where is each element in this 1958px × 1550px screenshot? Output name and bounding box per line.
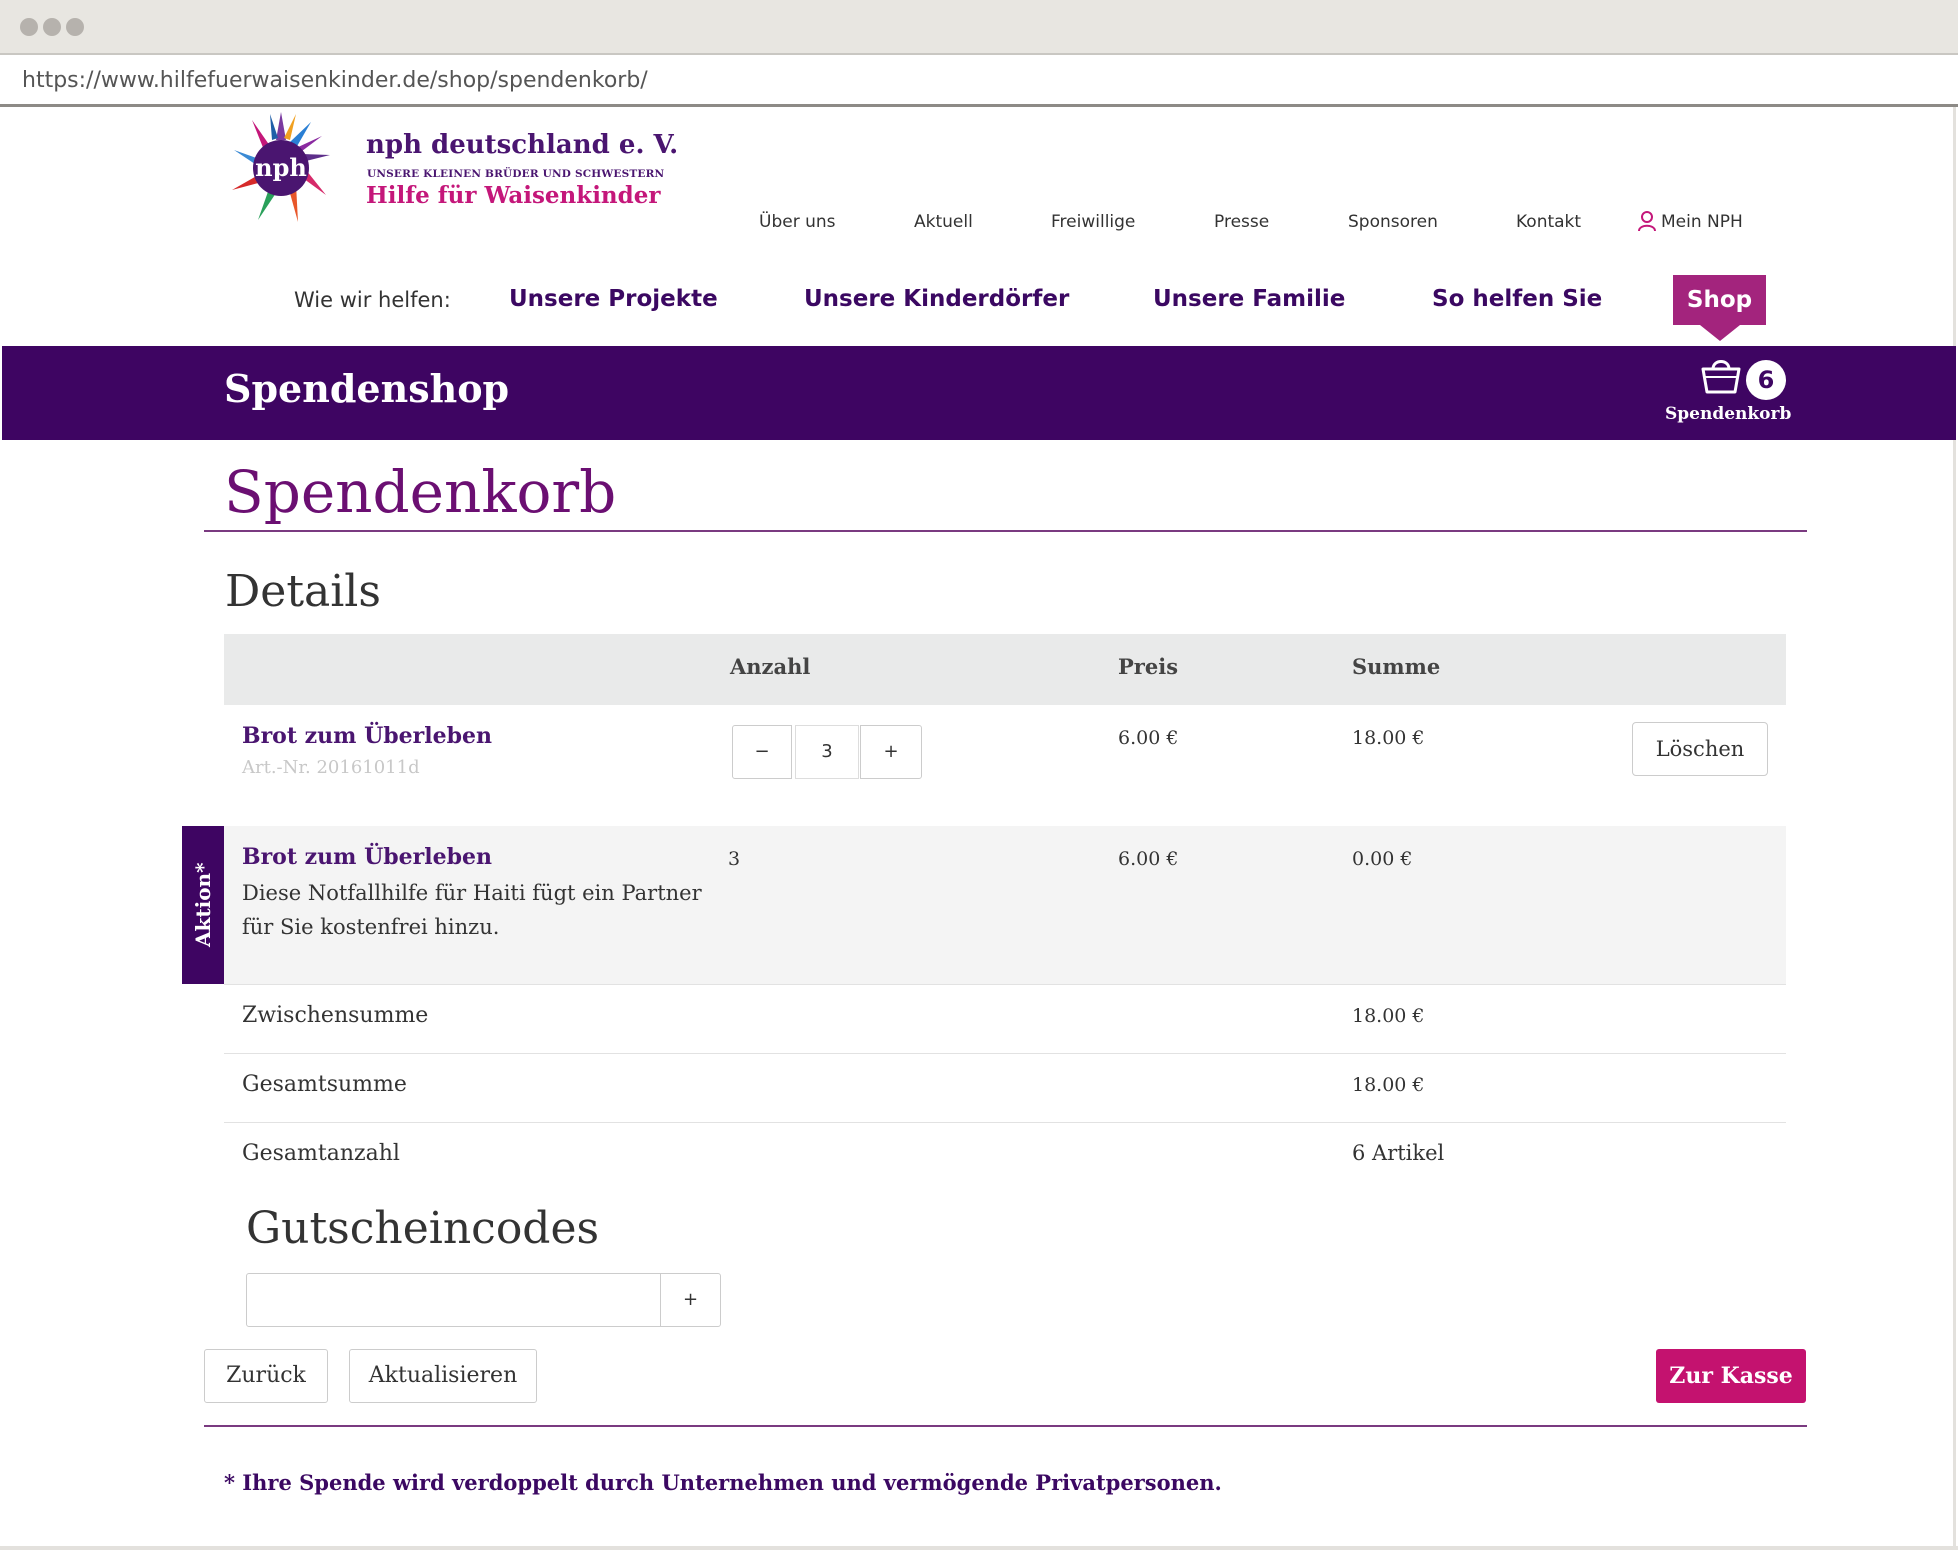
nav-kontakt[interactable]: Kontakt [1516, 212, 1581, 232]
voucher-add-button[interactable]: + [660, 1273, 721, 1327]
window-frame [0, 1546, 1958, 1550]
quantity-decrease-button[interactable]: − [732, 725, 792, 779]
maximize-window-icon[interactable] [66, 18, 84, 36]
product-name-link[interactable]: Brot zum Überleben [242, 723, 492, 749]
col-header-price: Preis [1118, 654, 1179, 679]
promo-description: Diese Notfallhilfe für Haiti fügt ein Pa… [242, 881, 702, 939]
nav-shop-active[interactable]: Shop [1673, 275, 1766, 325]
basket-icon[interactable] [1700, 355, 1742, 395]
row-divider [224, 1053, 1786, 1054]
promo-price: 6.00 € [1118, 848, 1179, 870]
user-icon[interactable] [1637, 210, 1657, 232]
product-sum: 18.00 € [1352, 727, 1425, 749]
delete-item-button[interactable]: Löschen [1632, 722, 1768, 776]
quantity-increase-button[interactable]: + [860, 725, 922, 779]
logo-title[interactable]: nph deutschland e. V. [366, 130, 678, 160]
checkout-button[interactable]: Zur Kasse [1656, 1349, 1806, 1403]
subtotal-label: Zwischensumme [242, 1003, 429, 1028]
footnote: * Ihre Spende wird verdoppelt durch Unte… [224, 1470, 1222, 1495]
nav-ueber-uns[interactable]: Über uns [759, 212, 836, 232]
main-nav-lead: Wie wir helfen: [294, 288, 451, 312]
col-header-sum: Summe [1352, 654, 1441, 679]
total-value: 18.00 € [1352, 1074, 1425, 1096]
close-window-icon[interactable] [20, 18, 38, 36]
update-button[interactable]: Aktualisieren [349, 1349, 537, 1403]
col-header-quantity: Anzahl [730, 654, 811, 679]
aktion-label: Aktion* [191, 862, 215, 948]
cart-count-badge[interactable]: 6 [1746, 360, 1786, 400]
quantity-input[interactable]: 3 [795, 725, 859, 779]
nav-so-helfen-sie[interactable]: So helfen Sie [1432, 286, 1602, 312]
details-heading: Details [225, 566, 381, 617]
minimize-window-icon[interactable] [43, 18, 61, 36]
promo-product-name[interactable]: Brot zum Überleben [242, 844, 492, 870]
nav-unsere-familie[interactable]: Unsere Familie [1153, 286, 1345, 312]
nav-presse[interactable]: Presse [1214, 212, 1269, 232]
address-url[interactable]: https://www.hilfefuerwaisenkinder.de/sho… [22, 68, 648, 93]
divider [204, 530, 1807, 532]
back-button[interactable]: Zurück [204, 1349, 328, 1403]
promo-quantity: 3 [728, 848, 741, 870]
subtotal-value: 18.00 € [1352, 1005, 1425, 1027]
total-label: Gesamtsumme [242, 1072, 407, 1097]
browser-titlebar [0, 0, 1958, 55]
nph-logo-icon[interactable]: nph [226, 110, 336, 230]
row-divider [224, 984, 1786, 985]
cart-label[interactable]: Spendenkorb [1665, 404, 1791, 424]
table-header [224, 634, 1786, 705]
nav-freiwillige[interactable]: Freiwillige [1051, 212, 1135, 232]
nav-mein-nph[interactable]: Mein NPH [1661, 212, 1743, 232]
item-count-value: 6 Artikel [1352, 1141, 1445, 1165]
product-article-number: Art.-Nr. 20161011d [242, 757, 420, 778]
active-tab-pointer [1700, 325, 1740, 341]
page-title: Spendenkorb [224, 458, 617, 526]
logo-tagline[interactable]: Hilfe für Waisenkinder [366, 182, 661, 209]
shop-title: Spendenshop [224, 366, 510, 411]
address-bar[interactable]: https://www.hilfefuerwaisenkinder.de/sho… [0, 55, 1958, 107]
item-count-label: Gesamtanzahl [242, 1141, 400, 1166]
nav-unsere-kinderdoerfer[interactable]: Unsere Kinderdörfer [804, 286, 1069, 312]
voucher-code-input[interactable] [246, 1273, 661, 1327]
nav-unsere-projekte[interactable]: Unsere Projekte [509, 286, 718, 312]
product-price: 6.00 € [1118, 727, 1179, 749]
nav-aktuell[interactable]: Aktuell [914, 212, 973, 232]
nav-sponsoren[interactable]: Sponsoren [1348, 212, 1438, 232]
logo-mark-text: nph [255, 153, 307, 182]
logo-subtitle: UNSERE KLEINEN BRÜDER UND SCHWESTERN [367, 168, 665, 180]
row-divider [224, 1122, 1786, 1123]
voucher-heading: Gutscheincodes [246, 1203, 600, 1254]
promo-sum: 0.00 € [1352, 848, 1413, 870]
divider [204, 1425, 1807, 1427]
